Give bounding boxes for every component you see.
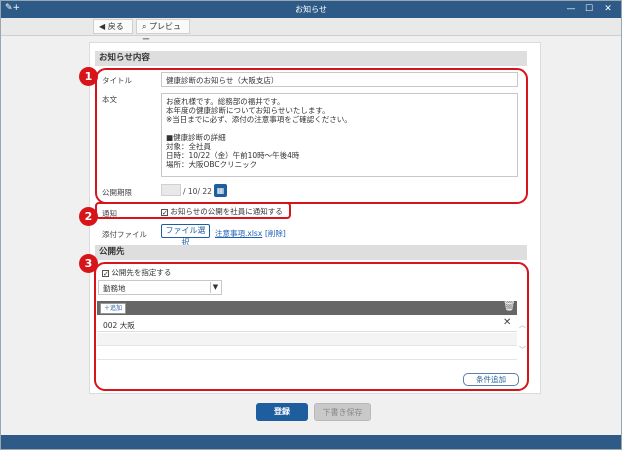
highlight-box-1 bbox=[95, 68, 528, 204]
register-button[interactable]: 登録 bbox=[256, 403, 308, 421]
file-select-button[interactable]: ファイル選択 bbox=[161, 224, 210, 247]
title-bar: ✎+ お知らせ — ☐ ✕ bbox=[1, 1, 621, 18]
delete-link[interactable]: [削除] bbox=[265, 228, 286, 239]
attach-label: 添付ファイル bbox=[102, 230, 147, 239]
back-label: ◀ 戻る bbox=[99, 22, 124, 31]
window-title: お知らせ bbox=[295, 5, 327, 14]
preview-label: プレビュー bbox=[142, 22, 182, 44]
magnifier-icon: ⌕ bbox=[142, 22, 147, 31]
minimize-icon[interactable]: — bbox=[564, 2, 578, 16]
preview-button[interactable]: ⌕ プレビュー bbox=[136, 19, 190, 44]
toolbar: ◀ 戻る ⌕ プレビュー bbox=[1, 18, 621, 44]
callout-badge-2: 2 bbox=[79, 207, 98, 226]
attached-file-link[interactable]: 注意事項.xlsx bbox=[215, 228, 262, 239]
status-bar bbox=[1, 435, 621, 449]
close-icon[interactable]: ✕ bbox=[601, 2, 615, 16]
callout-badge-1: 1 bbox=[79, 67, 98, 86]
draft-save-label: 下書き保存 bbox=[322, 408, 363, 417]
maximize-icon[interactable]: ☐ bbox=[582, 2, 596, 16]
register-label: 登録 bbox=[274, 407, 290, 416]
back-button[interactable]: ◀ 戻る bbox=[93, 19, 133, 34]
content-section-heading: お知らせ内容 bbox=[95, 51, 527, 66]
publish-section-heading: 公開先 bbox=[95, 245, 527, 260]
callout-badge-3: 3 bbox=[79, 254, 98, 273]
highlight-box-3 bbox=[94, 262, 529, 391]
draft-save-button[interactable]: 下書き保存 bbox=[314, 403, 371, 421]
highlight-box-2 bbox=[95, 202, 291, 219]
